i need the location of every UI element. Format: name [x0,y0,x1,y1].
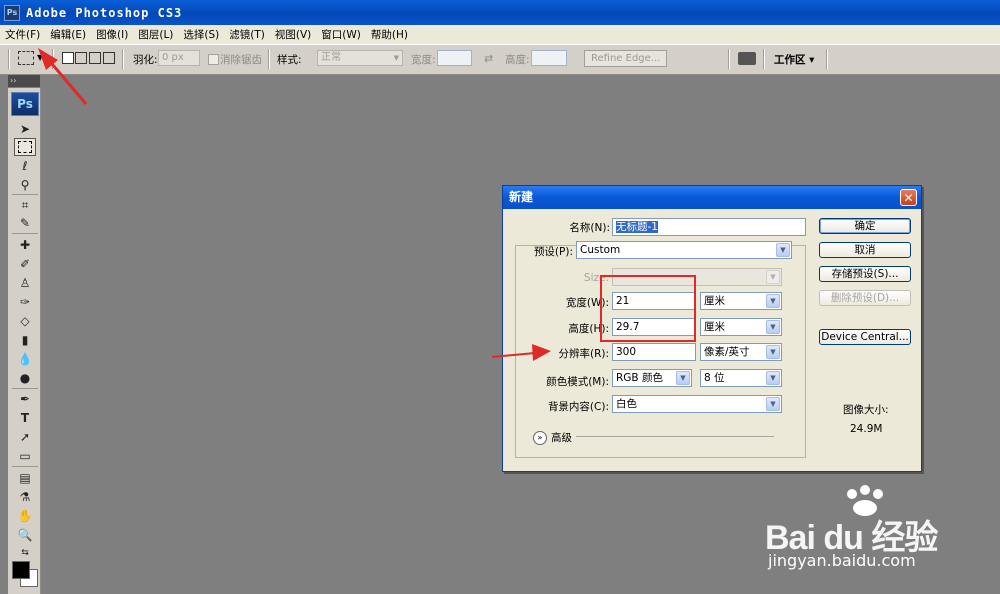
watermark-url: jingyan.baidu.com [768,551,916,570]
arrow-to-marquee [38,48,88,105]
baidu-watermark: Bai du 经验 jingyan.baidu.com [765,485,995,585]
arrow-to-resolution [491,344,551,361]
